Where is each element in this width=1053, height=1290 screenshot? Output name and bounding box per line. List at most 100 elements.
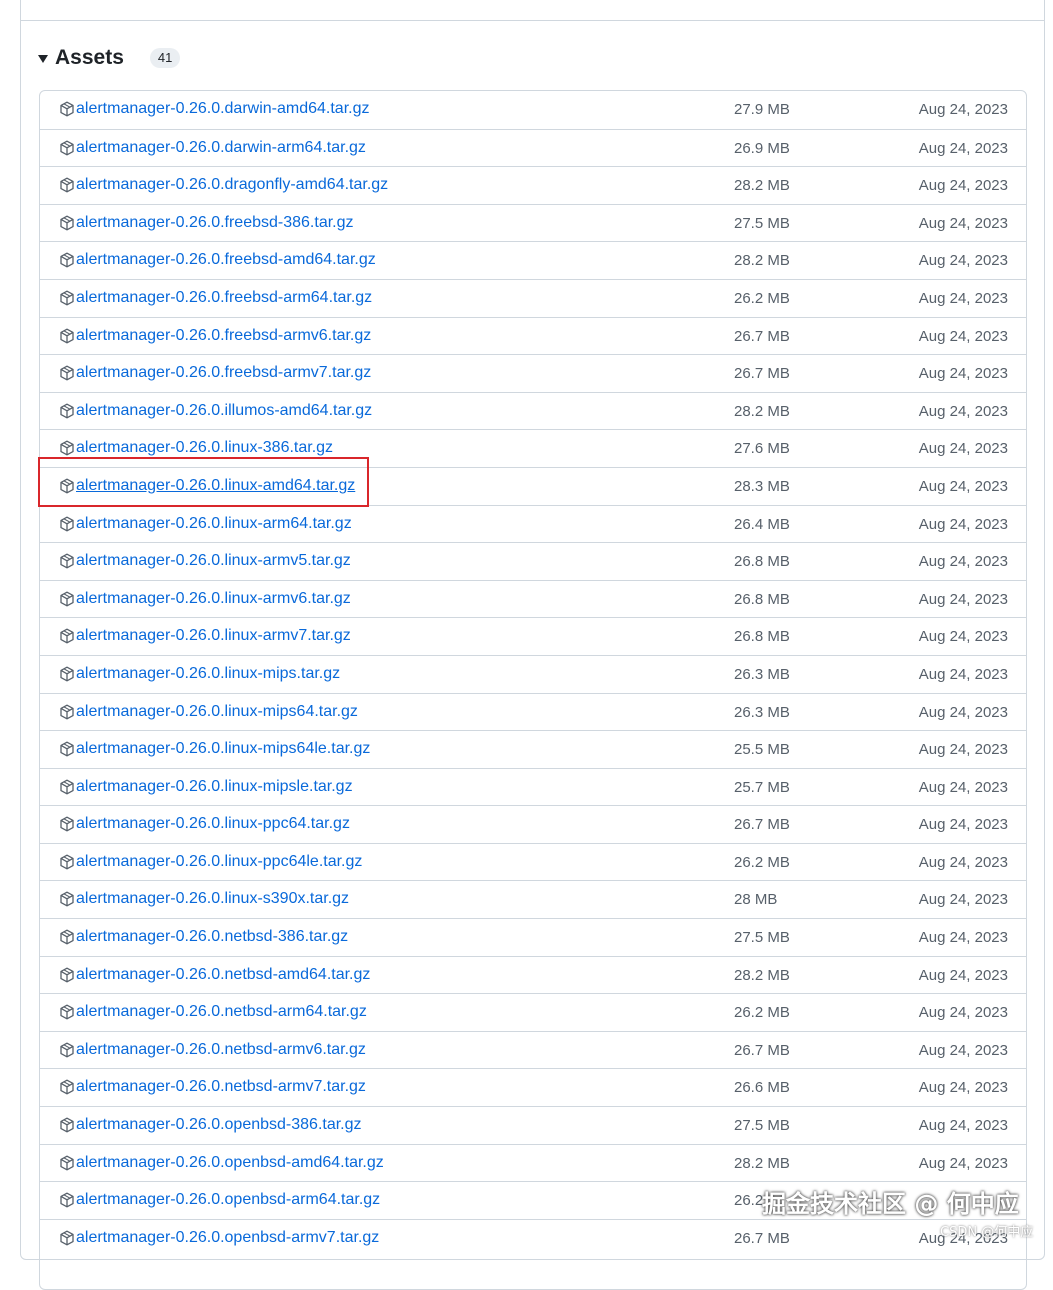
asset-download-link[interactable]: alertmanager-0.26.0.linux-armv6.tar.gz bbox=[76, 590, 351, 608]
assets-count-badge: 41 bbox=[149, 48, 181, 68]
asset-row: alertmanager-0.26.0.linux-armv6.tar.gz 26… bbox=[40, 579, 1026, 618]
asset-download-link[interactable]: alertmanager-0.26.0.freebsd-armv7.tar.gz bbox=[76, 364, 371, 382]
asset-download-link[interactable]: alertmanager-0.26.0.freebsd-386.tar.gz bbox=[76, 214, 354, 232]
asset-download-link[interactable]: alertmanager-0.26.0.linux-mipsle.tar.gz bbox=[76, 778, 353, 796]
asset-size: 26.9 MB bbox=[734, 139, 790, 157]
asset-download-link[interactable]: alertmanager-0.26.0.netbsd-armv6.tar.gz bbox=[76, 1041, 366, 1059]
package-icon bbox=[60, 1230, 74, 1246]
assets-toggle[interactable]: Assets 41 bbox=[38, 42, 181, 74]
asset-size: 27.5 MB bbox=[734, 1117, 790, 1135]
asset-date: Aug 24, 2023 bbox=[918, 891, 1008, 909]
asset-row: alertmanager-0.26.0.linux-mips64le.tar.g… bbox=[40, 730, 1026, 768]
asset-row: alertmanager-0.26.0.freebsd-386.tar.gz 27… bbox=[40, 203, 1026, 242]
asset-date: Aug 24, 2023 bbox=[918, 252, 1008, 270]
asset-download-link[interactable]: alertmanager-0.26.0.illumos-amd64.tar.gz bbox=[76, 402, 372, 420]
package-icon bbox=[60, 1004, 74, 1020]
asset-row: alertmanager-0.26.0.linux-arm64.tar.gz 26… bbox=[40, 504, 1026, 543]
asset-size: 26.4 MB bbox=[734, 515, 790, 533]
package-icon bbox=[60, 252, 74, 268]
package-icon bbox=[60, 403, 74, 419]
package-icon bbox=[60, 516, 74, 531]
package-icon bbox=[60, 1192, 74, 1208]
asset-download-link[interactable]: alertmanager-0.26.0.freebsd-amd64.tar.gz bbox=[76, 251, 376, 269]
package-icon bbox=[60, 177, 74, 193]
section-divider bbox=[20, 20, 1045, 21]
asset-row: alertmanager-0.26.0.netbsd-arm64.tar.gz 2… bbox=[40, 993, 1026, 1031]
asset-size: 26.7 MB bbox=[734, 365, 790, 383]
asset-date: Aug 24, 2023 bbox=[918, 177, 1008, 195]
asset-size: 26.7 MB bbox=[734, 1041, 790, 1059]
package-icon bbox=[60, 929, 74, 945]
asset-row: alertmanager-0.26.0.netbsd-armv7.tar.gz 2… bbox=[40, 1068, 1026, 1106]
asset-size: 28 MB bbox=[734, 891, 778, 909]
asset-download-link[interactable]: alertmanager-0.26.0.linux-ppc64le.tar.gz bbox=[76, 853, 362, 871]
asset-download-link[interactable]: alertmanager-0.26.0.openbsd-armv7.tar.gz bbox=[76, 1229, 379, 1247]
asset-size: 28.2 MB bbox=[734, 1154, 790, 1172]
asset-date: Aug 24, 2023 bbox=[918, 1004, 1008, 1022]
asset-date: Aug 24, 2023 bbox=[918, 665, 1008, 683]
package-icon bbox=[60, 892, 74, 907]
asset-date: Aug 24, 2023 bbox=[918, 515, 1008, 533]
asset-row: alertmanager-0.26.0.freebsd-armv7.tar.gz… bbox=[40, 354, 1026, 392]
asset-download-link[interactable]: alertmanager-0.26.0.netbsd-arm64.tar.gz bbox=[76, 1003, 367, 1021]
asset-size: 26.2 MB bbox=[734, 853, 790, 871]
package-icon bbox=[60, 816, 74, 832]
asset-size: 28.3 MB bbox=[734, 477, 790, 495]
asset-size: 26.2 MB bbox=[734, 289, 790, 307]
asset-size: 26.3 MB bbox=[734, 665, 790, 683]
package-icon bbox=[60, 215, 74, 231]
asset-download-link[interactable]: alertmanager-0.26.0.darwin-amd64.tar.gz bbox=[76, 100, 370, 118]
asset-download-link[interactable]: alertmanager-0.26.0.linux-arm64.tar.gz bbox=[76, 515, 352, 533]
asset-download-link[interactable]: alertmanager-0.26.0.linux-mips64le.tar.g… bbox=[76, 740, 370, 758]
asset-download-link[interactable]: alertmanager-0.26.0.linux-ppc64.tar.gz bbox=[76, 815, 350, 833]
asset-date: Aug 24, 2023 bbox=[918, 1154, 1008, 1172]
asset-size: 28.2 MB bbox=[734, 966, 790, 984]
package-icon bbox=[60, 553, 74, 569]
package-icon bbox=[60, 365, 74, 381]
asset-date: Aug 24, 2023 bbox=[918, 440, 1008, 458]
package-icon bbox=[60, 290, 74, 306]
asset-row: alertmanager-0.26.0.freebsd-armv6.tar.gz… bbox=[40, 316, 1026, 355]
watermark-small: CSDN @何中应 bbox=[940, 1225, 1034, 1240]
asset-list: alertmanager-0.26.0.darwin-amd64.tar.gz 2… bbox=[39, 90, 1027, 1290]
package-icon bbox=[60, 741, 74, 757]
package-icon bbox=[60, 967, 74, 983]
asset-download-link[interactable]: alertmanager-0.26.0.darwin-arm64.tar.gz bbox=[76, 139, 366, 157]
asset-download-link[interactable]: alertmanager-0.26.0.linux-amd64.tar.gz bbox=[76, 477, 355, 495]
asset-download-link[interactable]: alertmanager-0.26.0.dragonfly-amd64.tar.… bbox=[76, 176, 388, 194]
asset-download-link[interactable]: alertmanager-0.26.0.linux-armv5.tar.gz bbox=[76, 552, 351, 570]
package-icon bbox=[60, 328, 74, 344]
asset-download-link[interactable]: alertmanager-0.26.0.openbsd-386.tar.gz bbox=[76, 1116, 362, 1134]
package-icon bbox=[60, 854, 74, 870]
asset-size: 26.7 MB bbox=[734, 1229, 790, 1247]
asset-download-link[interactable]: alertmanager-0.26.0.netbsd-armv7.tar.gz bbox=[76, 1078, 366, 1096]
asset-row: alertmanager-0.26.0.illumos-amd64.tar.gz… bbox=[40, 391, 1026, 430]
asset-download-link[interactable]: alertmanager-0.26.0.openbsd-arm64.tar.gz bbox=[76, 1191, 380, 1209]
package-icon bbox=[60, 628, 74, 644]
watermark-main: 掘金技术社区 @ 何中应 bbox=[762, 1190, 1019, 1218]
asset-date: Aug 24, 2023 bbox=[918, 139, 1008, 157]
asset-download-link[interactable]: alertmanager-0.26.0.linux-mips.tar.gz bbox=[76, 665, 340, 683]
asset-row: alertmanager-0.26.0.netbsd-armv6.tar.gz 2… bbox=[40, 1030, 1026, 1069]
package-icon bbox=[60, 704, 74, 719]
asset-download-link[interactable]: alertmanager-0.26.0.freebsd-armv6.tar.gz bbox=[76, 327, 371, 345]
package-icon bbox=[60, 779, 74, 795]
package-icon bbox=[60, 1117, 74, 1133]
asset-date: Aug 24, 2023 bbox=[918, 327, 1008, 345]
asset-size: 26.8 MB bbox=[734, 553, 790, 571]
asset-download-link[interactable]: alertmanager-0.26.0.openbsd-amd64.tar.gz bbox=[76, 1154, 384, 1172]
asset-download-link[interactable]: alertmanager-0.26.0.linux-s390x.tar.gz bbox=[76, 890, 349, 908]
asset-download-link[interactable]: alertmanager-0.26.0.linux-armv7.tar.gz bbox=[76, 627, 351, 645]
asset-date: Aug 24, 2023 bbox=[918, 703, 1008, 721]
asset-row: alertmanager-0.26.0.linux-armv7.tar.gz 26… bbox=[40, 617, 1026, 655]
asset-download-link[interactable]: alertmanager-0.26.0.linux-386.tar.gz bbox=[76, 439, 333, 457]
asset-download-link[interactable]: alertmanager-0.26.0.netbsd-386.tar.gz bbox=[76, 928, 348, 946]
asset-row: alertmanager-0.26.0.linux-mips.tar.gz 26.… bbox=[40, 654, 1026, 693]
asset-row: alertmanager-0.26.0.linux-s390x.tar.gz 28… bbox=[40, 880, 1026, 918]
asset-download-link[interactable]: alertmanager-0.26.0.freebsd-arm64.tar.gz bbox=[76, 289, 372, 307]
asset-row: alertmanager-0.26.0.linux-mipsle.tar.gz 2… bbox=[40, 767, 1026, 806]
asset-date: Aug 24, 2023 bbox=[918, 214, 1008, 232]
asset-size: 26.3 MB bbox=[734, 703, 790, 721]
asset-download-link[interactable]: alertmanager-0.26.0.linux-mips64.tar.gz bbox=[76, 703, 358, 721]
asset-download-link[interactable]: alertmanager-0.26.0.netbsd-amd64.tar.gz bbox=[76, 966, 370, 984]
